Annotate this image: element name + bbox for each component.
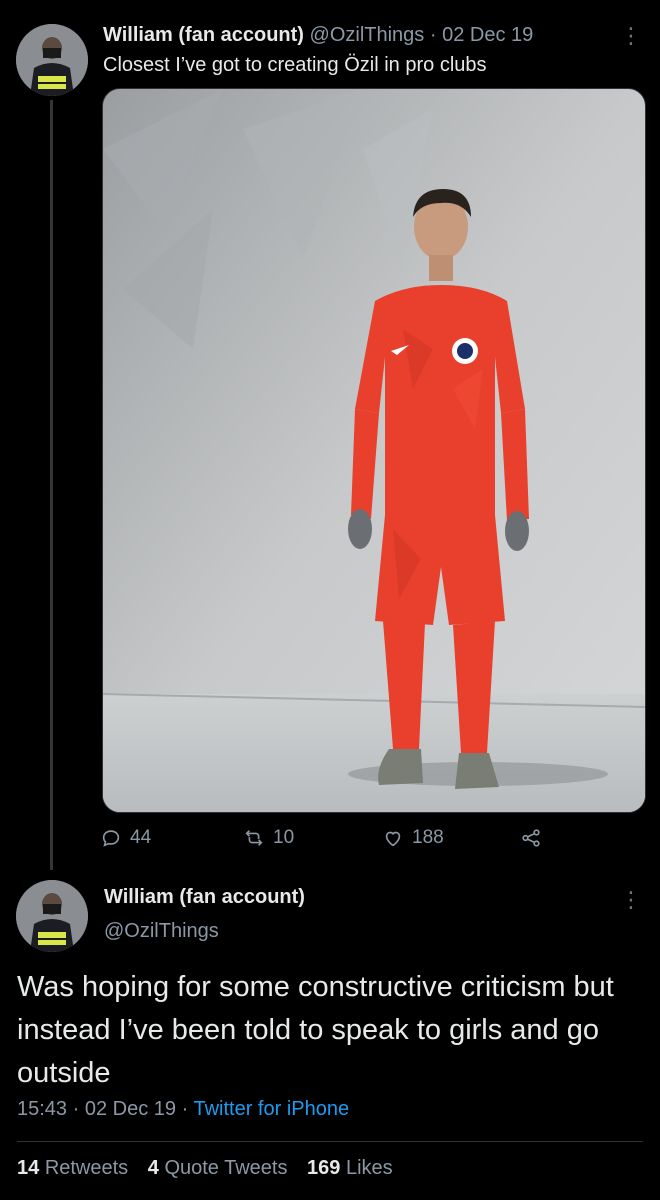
tweet-time[interactable]: 15:43 [17,1098,67,1120]
display-name[interactable]: William (fan account) [103,24,304,46]
likes-label: Likes [345,1157,393,1179]
separator: · [181,1098,189,1120]
avatar[interactable] [16,880,88,952]
divider [17,1141,643,1142]
reply-button[interactable]: 44 [100,822,151,854]
username[interactable]: @OzilThings [310,24,425,46]
tweet-header: William (fan account) @OzilThings · 02 D… [103,24,533,47]
likes-stat[interactable]: 169 Likes [307,1157,393,1179]
quotes-label: Quote Tweets [164,1157,288,1179]
quotes-count: 4 [147,1157,159,1179]
retweets-stat[interactable]: 14 Retweets [17,1157,128,1179]
likes-count: 169 [307,1157,341,1179]
more-icon[interactable]: ⋮ [620,888,642,912]
retweet-button[interactable]: 10 [243,822,294,854]
tweet-actions: 44 10 188 [100,822,550,854]
tweet-text: Was hoping for some constructive critici… [17,971,614,1089]
tweet-text: Closest I’ve got to creating Özil in pro… [103,54,487,76]
like-icon [385,831,401,847]
thread-line [50,100,53,870]
username[interactable]: @OzilThings [104,920,219,943]
tweet-source[interactable]: Twitter for iPhone [193,1098,349,1120]
retweet-icon [245,830,263,846]
separator: · [72,1098,80,1120]
tweet-date[interactable]: 02 Dec 19 [442,24,533,46]
retweets-count: 14 [17,1157,40,1179]
more-icon[interactable]: ⋮ [620,24,642,48]
like-button[interactable]: 188 [382,822,444,854]
quote-tweets-stat[interactable]: 4 Quote Tweets [148,1157,288,1179]
tweet-stats: 14 Retweets 4 Quote Tweets 169 Likes [17,1157,393,1180]
tweet-image[interactable] [102,88,646,813]
reply-icon [102,830,120,847]
like-count: 188 [412,827,444,848]
tweet-meta: 15:43 · 02 Dec 19 · Twitter for iPhone [17,1098,349,1121]
retweet-count: 10 [273,827,295,848]
separator: · [429,24,437,46]
share-button[interactable] [520,822,550,854]
reply-count: 44 [130,827,152,848]
retweets-label: Retweets [44,1157,129,1179]
tweet-date[interactable]: 02 Dec 19 [85,1098,176,1120]
avatar[interactable] [16,24,88,96]
share-icon [522,829,540,847]
player-illustration [103,89,645,812]
display-name[interactable]: William (fan account) [104,886,305,909]
